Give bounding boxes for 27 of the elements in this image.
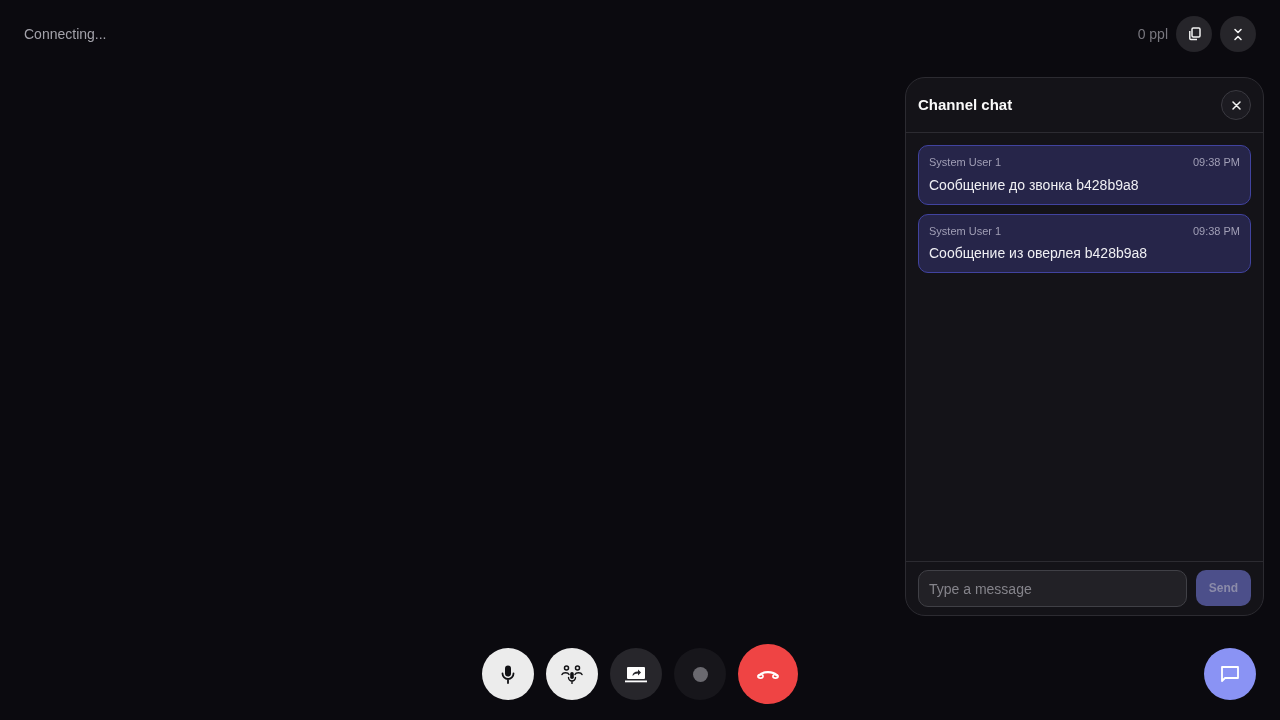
group-mic-icon: [561, 664, 583, 684]
collapse-button[interactable]: [1220, 16, 1256, 52]
message-time: 09:38 PM: [1192, 155, 1240, 170]
record-dot-icon: [692, 666, 708, 682]
close-button[interactable]: [1221, 90, 1251, 120]
mic-icon: [501, 664, 515, 684]
chevrons-icon: [1233, 27, 1243, 41]
microphone-button[interactable]: [482, 648, 534, 700]
message-text: Сообщение из оверлея b428b9a8: [929, 244, 1149, 263]
participant-count: 0 ppl: [1137, 24, 1168, 44]
connection-status: Connecting...: [24, 24, 107, 44]
close-icon: [1231, 100, 1241, 110]
voice-button[interactable]: [546, 648, 598, 700]
message-text: Сообщение до звонка b428b9a8: [929, 175, 1140, 195]
message-author: System User 1: [929, 223, 1002, 239]
hang-up-button[interactable]: [738, 644, 798, 704]
chat-title: Channel chat: [918, 94, 1013, 115]
chat-icon: [1220, 664, 1240, 684]
hang-up-icon: [757, 669, 779, 679]
message-author: System User 1: [929, 155, 1002, 170]
laptop-arrow-icon: [625, 665, 647, 683]
copy-icon: [1187, 27, 1201, 41]
chat-button[interactable]: [1204, 648, 1256, 700]
copy-button[interactable]: [1176, 16, 1212, 52]
message-input[interactable]: Type a message: [918, 570, 1187, 607]
message-time: 09:38 PM: [1192, 223, 1240, 239]
screen-share-button[interactable]: [610, 648, 662, 700]
